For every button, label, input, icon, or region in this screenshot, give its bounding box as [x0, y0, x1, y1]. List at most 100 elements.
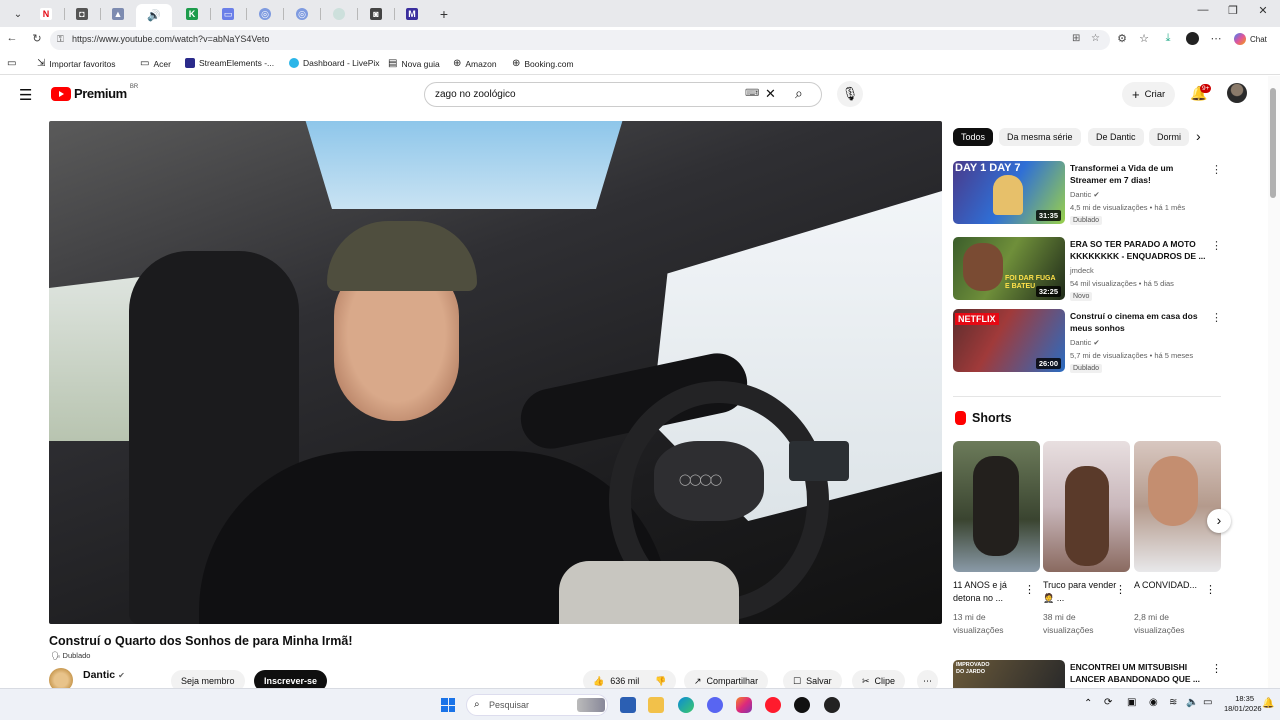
video-player[interactable]: ◯◯◯◯ — [49, 121, 942, 624]
bookmark-streamelements[interactable]: StreamElements -... — [185, 58, 274, 68]
scissors-icon: ✂ — [862, 676, 870, 686]
more-icon[interactable]: ⋮ — [1115, 583, 1126, 596]
back-icon[interactable]: ← — [4, 32, 20, 44]
more-icon[interactable]: ⋮ — [1024, 583, 1035, 596]
bookmark-nova-guia[interactable]: ▤ Nova guia — [388, 58, 440, 69]
keyboard-icon[interactable]: ⌨ — [745, 88, 759, 99]
tab-7[interactable]: ◎ — [247, 4, 283, 24]
more-icon[interactable]: ⋮ — [1211, 239, 1222, 252]
tab-9[interactable] — [321, 4, 357, 24]
bookmark-importar[interactable]: ⇲ Importar favoritos — [37, 58, 116, 69]
channel-name[interactable]: Dantic ✔ — [83, 669, 125, 681]
new-tab-button[interactable]: + — [426, 4, 462, 24]
maximize-button[interactable]: ❐ — [1218, 4, 1248, 17]
short-thumbnail[interactable] — [1134, 441, 1221, 572]
bookmark-amazon[interactable]: ⊕ Amazon — [453, 58, 497, 69]
tab-3[interactable]: ▲ — [100, 4, 136, 24]
video-thumbnail[interactable]: NETFLIX 26:00 — [953, 309, 1065, 372]
opera-icon[interactable] — [765, 697, 781, 713]
tab-8[interactable]: ◎ — [284, 4, 320, 24]
tray-app-icon[interactable]: ▣ — [1127, 697, 1136, 708]
clear-search-icon[interactable]: ✕ — [765, 86, 776, 102]
chevron-down-icon: ⌄ — [13, 8, 23, 20]
short-title[interactable]: 11 ANOS e já detona no ... — [953, 579, 1031, 605]
calculator-app-icon[interactable] — [620, 697, 636, 713]
battery-icon[interactable]: ▭ — [1203, 697, 1212, 708]
recommendation-title[interactable]: ENCONTREI UM MITSUBISHI LANCER ABANDONAD… — [1070, 661, 1210, 685]
chip-mesma-serie[interactable]: Da mesma série — [999, 128, 1081, 146]
bookmark-acer[interactable]: ▭ Acer — [140, 58, 171, 69]
video-thumbnail[interactable]: FOI DAR FUGA E BATEU 32:25 — [953, 237, 1065, 300]
tray-app-icon[interactable]: ⟳ — [1104, 697, 1112, 708]
voice-search-icon[interactable]: 🎙 — [837, 81, 863, 107]
tiktok-icon[interactable] — [794, 697, 810, 713]
search-input[interactable]: zago no zoológico ⌨ ✕ ⌕ — [424, 82, 822, 107]
app-icon: ◙ — [370, 8, 382, 20]
copilot-chat-button[interactable]: Chat — [1234, 33, 1267, 45]
extensions-icon[interactable]: ⚙ — [1114, 32, 1130, 45]
dashboard-screen — [789, 441, 849, 481]
search-icon[interactable]: ⌕ — [795, 85, 803, 102]
more-menu-icon[interactable]: ⋯ — [1208, 32, 1224, 45]
minimize-button[interactable]: — — [1188, 4, 1218, 16]
favorites-icon[interactable]: ☆ — [1136, 32, 1152, 45]
short-title[interactable]: Truco para vender 🤵 ... — [1043, 579, 1121, 605]
hamburger-menu-icon[interactable]: ☰ — [19, 86, 32, 104]
file-explorer-icon[interactable] — [648, 697, 664, 713]
scrollbar-thumb[interactable] — [1270, 88, 1276, 198]
recommendation-item[interactable]: DAY 1 DAY 7 31:35 Transformei a Vida de … — [953, 161, 1223, 227]
video-thumbnail[interactable]: IMPROVADO DO JARDO — [953, 660, 1065, 688]
bookmark-booking[interactable]: ⊕ Booking.com — [512, 58, 574, 69]
bookmark-livepix[interactable]: Dashboard - LivePix — [289, 58, 380, 68]
chips-next-icon[interactable]: › — [1196, 128, 1201, 144]
recommendation-item[interactable]: FOI DAR FUGA E BATEU 32:25 ERA SO TER PA… — [953, 237, 1223, 303]
close-window-button[interactable]: ✕ — [1248, 4, 1278, 17]
more-icon[interactable]: ⋮ — [1211, 311, 1222, 324]
notification-center-icon[interactable]: 🔔 — [1262, 698, 1274, 709]
chip-dormi[interactable]: Dormi — [1149, 128, 1189, 146]
tab-active-youtube[interactable]: 🔊 — [136, 4, 172, 27]
youtube-premium-logo[interactable]: Premium BR — [51, 84, 138, 101]
download-icon[interactable]: ⤓ — [1160, 32, 1176, 45]
chatgpt-icon[interactable] — [824, 697, 840, 713]
avatar[interactable] — [1227, 83, 1247, 103]
chip-todos[interactable]: Todos — [953, 128, 994, 146]
windows-start-icon[interactable] — [441, 698, 455, 712]
address-bar[interactable]: ⚿ https://www.youtube.com/watch?v=abNaYS… — [50, 30, 1110, 50]
tab-netflix[interactable]: N — [28, 4, 64, 24]
app-available-icon[interactable]: ⊞ — [1072, 33, 1080, 44]
instagram-icon[interactable] — [736, 697, 752, 713]
volume-icon[interactable]: 🔈 — [1186, 697, 1198, 708]
tab-6[interactable]: ▭ — [210, 4, 246, 24]
shorts-next-button[interactable]: › — [1207, 509, 1231, 533]
star-icon[interactable]: ☆ — [1091, 33, 1100, 44]
wifi-icon[interactable]: ≋ — [1169, 697, 1177, 708]
save-icon: ☐ — [793, 676, 802, 686]
short-title[interactable]: A CONVIDAD... — [1134, 579, 1212, 592]
site-info-icon[interactable]: ⚿ — [57, 34, 64, 45]
tab-actions-icon[interactable]: ▭ — [7, 58, 16, 69]
thumbs-down-icon[interactable]: 👎 — [655, 676, 666, 686]
more-icon[interactable]: ⋮ — [1211, 163, 1222, 176]
tab-10[interactable]: ◙ — [358, 4, 394, 24]
shorts-icon — [955, 411, 966, 425]
tab-5[interactable]: K — [174, 4, 210, 24]
short-thumbnail[interactable] — [1043, 441, 1130, 572]
short-thumbnail[interactable] — [953, 441, 1040, 572]
tab-2[interactable]: ◘ — [64, 4, 100, 24]
more-icon[interactable]: ⋮ — [1205, 583, 1216, 596]
tab-11[interactable]: M — [394, 4, 430, 24]
chevron-up-icon[interactable]: ⌃ — [1084, 698, 1092, 709]
create-button[interactable]: + Criar — [1122, 82, 1176, 107]
chip-de-dantic[interactable]: De Dantic — [1088, 128, 1144, 146]
video-thumbnail[interactable]: DAY 1 DAY 7 31:35 — [953, 161, 1065, 224]
more-icon[interactable]: ⋮ — [1211, 662, 1222, 675]
edge-browser-icon[interactable] — [678, 697, 694, 713]
tray-app-icon[interactable]: ◉ — [1149, 697, 1158, 708]
discord-icon[interactable] — [707, 697, 723, 713]
refresh-icon[interactable]: ↻ — [29, 32, 45, 45]
taskbar-search-input[interactable]: ⌕ Pesquisar — [466, 694, 608, 716]
recommendation-item[interactable]: NETFLIX 26:00 Construí o cinema em casa … — [953, 309, 1223, 375]
profile-icon[interactable] — [1184, 32, 1200, 48]
clock[interactable]: 18:35 18/01/2026 — [1224, 694, 1262, 714]
